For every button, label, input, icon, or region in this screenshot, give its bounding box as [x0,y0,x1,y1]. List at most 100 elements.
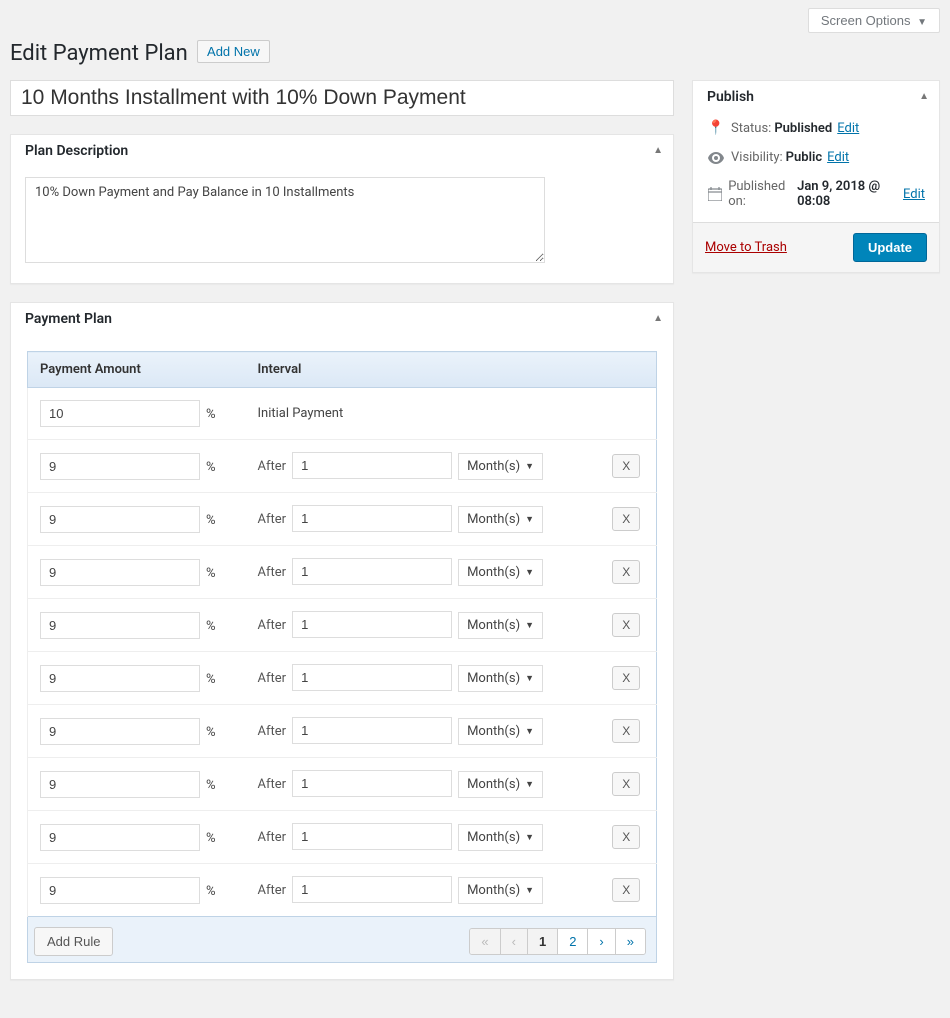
table-row: % After Month(s) ▼ X [28,864,657,917]
chevron-down-icon: ▼ [525,885,534,896]
initial-payment-label: Initial Payment [258,406,344,421]
after-label: After [258,618,287,633]
chevron-down-icon: ▼ [525,620,534,631]
screen-options-button[interactable]: Screen Options ▼ [808,8,940,33]
edit-date-link[interactable]: Edit [903,187,925,202]
interval-input[interactable] [292,558,452,585]
interval-input[interactable] [292,505,452,532]
interval-unit-label: Month(s) [467,671,520,686]
add-new-button[interactable]: Add New [197,40,270,63]
percent-label: % [206,566,216,581]
interval-input[interactable] [292,770,452,797]
interval-unit-label: Month(s) [467,830,520,845]
column-header-amount: Payment Amount [28,352,246,388]
percent-label: % [206,407,216,422]
payment-plan-heading: Payment Plan [25,311,112,327]
amount-input[interactable] [40,718,200,745]
interval-unit-label: Month(s) [467,724,520,739]
screen-options-label: Screen Options [821,13,911,28]
after-label: After [258,671,287,686]
publish-status-value: Published [774,121,832,136]
interval-input[interactable] [292,823,452,850]
table-row: %AfterMonth(s)▼X [28,758,657,811]
interval-unit-label: Month(s) [467,512,520,527]
after-label: After [258,565,287,580]
remove-row-button[interactable]: X [612,666,640,690]
chevron-down-icon: ▼ [525,461,534,472]
pager-next[interactable]: › [588,929,615,954]
interval-unit-label: Month(s) [467,618,520,633]
edit-status-link[interactable]: Edit [837,121,859,136]
amount-input[interactable] [40,453,200,480]
after-label: After [258,883,287,898]
collapse-toggle-icon[interactable]: ▲ [653,313,663,324]
publish-date-value: Jan 9, 2018 @ 08:08 [797,179,898,209]
table-row: %AfterMonth(s)▼X [28,811,657,864]
update-button[interactable]: Update [853,233,927,262]
remove-row-button[interactable]: X [612,878,640,902]
add-rule-button[interactable]: Add Rule [34,927,113,956]
add-new-label: Add New [207,44,260,59]
update-label: Update [868,240,912,255]
remove-row-button[interactable]: X [612,454,640,478]
interval-unit-select[interactable]: Month(s)▼ [458,559,543,586]
interval-input[interactable] [292,664,452,691]
chevron-down-icon: ▼ [525,779,534,790]
interval-unit-select[interactable]: Month(s) ▼ [458,612,543,639]
interval-unit-label: Month(s) [467,777,520,792]
amount-input[interactable] [40,665,200,692]
interval-unit-label: Month(s) [467,565,520,580]
amount-input[interactable] [40,771,200,798]
eye-icon [707,152,725,164]
collapse-toggle-icon[interactable]: ▲ [919,91,929,102]
collapse-toggle-icon[interactable]: ▲ [653,145,663,156]
interval-unit-select[interactable]: Month(s)▼ [458,506,543,533]
pagination: «‹12›» [469,928,646,955]
interval-unit-select[interactable]: Month(s) ▼ [458,718,543,745]
publish-visibility-value: Public [786,150,822,165]
remove-row-button[interactable]: X [612,613,640,637]
remove-row-button[interactable]: X [612,507,640,531]
remove-row-button[interactable]: X [612,719,640,743]
publish-status-label: Status: [731,121,771,136]
percent-label: % [206,884,216,899]
after-label: After [258,512,287,527]
amount-input[interactable] [40,824,200,851]
interval-input[interactable] [292,876,452,903]
percent-label: % [206,725,216,740]
interval-unit-select[interactable]: Month(s) ▼ [458,453,543,480]
chevron-down-icon: ▼ [525,673,534,684]
remove-row-button[interactable]: X [612,560,640,584]
interval-unit-select[interactable]: Month(s) ▼ [458,665,543,692]
interval-unit-label: Month(s) [467,883,520,898]
amount-input[interactable] [40,612,200,639]
percent-label: % [206,672,216,687]
interval-unit-label: Month(s) [467,459,520,474]
interval-input[interactable] [292,717,452,744]
plan-description-textarea[interactable] [25,177,545,263]
pager-page[interactable]: 1 [528,929,558,954]
after-label: After [258,724,287,739]
pager-page[interactable]: 2 [558,929,588,954]
remove-row-button[interactable]: X [612,772,640,796]
amount-input[interactable] [40,877,200,904]
pager-first: « [470,929,500,954]
after-label: After [258,459,287,474]
remove-row-button[interactable]: X [612,825,640,849]
after-label: After [258,830,287,845]
interval-unit-select[interactable]: Month(s) ▼ [458,877,543,904]
move-to-trash-link[interactable]: Move to Trash [705,240,787,255]
chevron-down-icon: ▼ [525,726,534,737]
amount-input[interactable] [40,559,200,586]
interval-unit-select[interactable]: Month(s) ▼ [458,771,543,798]
interval-unit-select[interactable]: Month(s)▼ [458,824,543,851]
interval-input[interactable] [292,452,452,479]
plan-title-input[interactable] [10,80,674,116]
amount-input[interactable] [40,506,200,533]
interval-input[interactable] [292,611,452,638]
edit-visibility-link[interactable]: Edit [827,150,849,165]
pager-last[interactable]: » [616,929,645,954]
plan-description-box: Plan Description ▲ [10,134,674,284]
publish-heading: Publish [707,89,754,105]
amount-input[interactable] [40,400,200,427]
